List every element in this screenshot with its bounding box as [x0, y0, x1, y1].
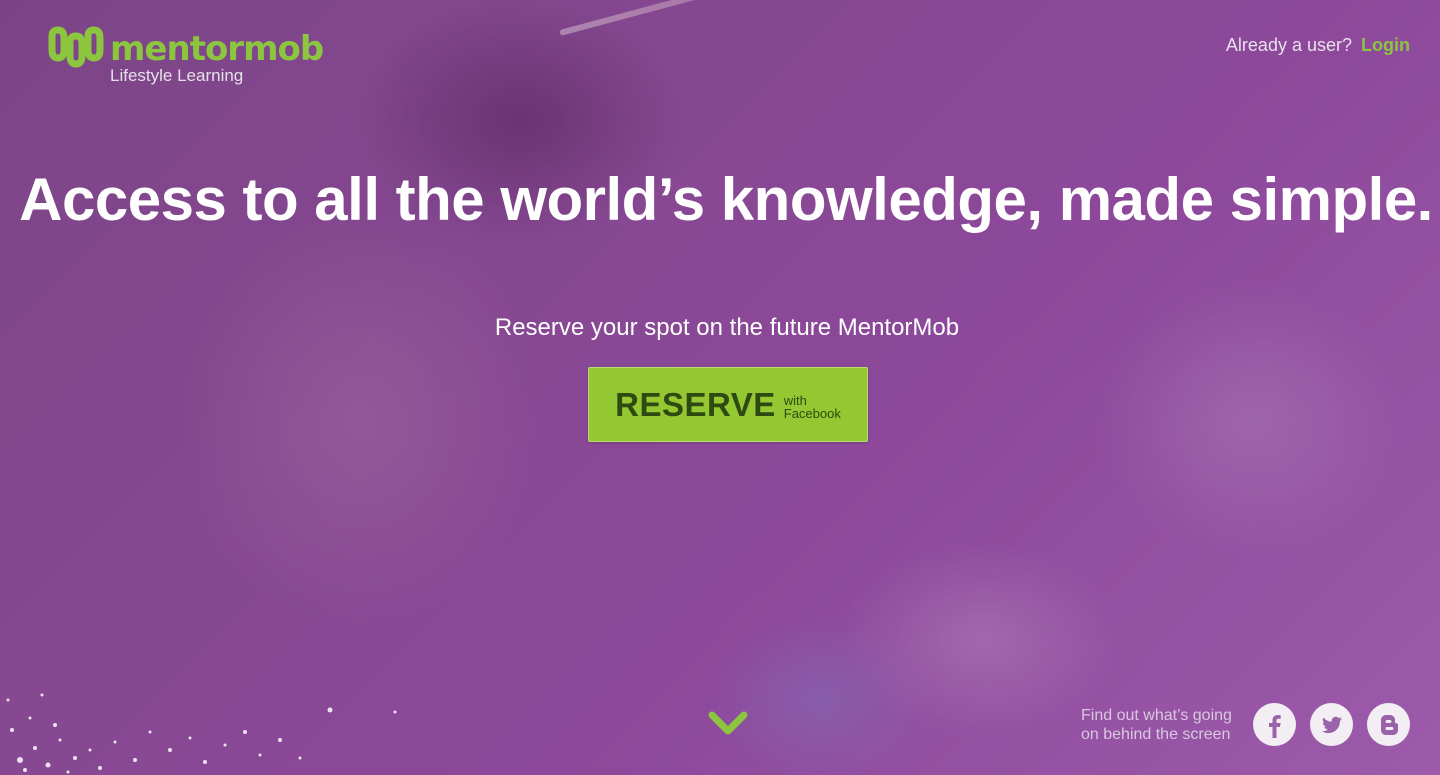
login-link[interactable]: Login: [1361, 35, 1410, 55]
brand-wordmark: mentormob: [110, 29, 324, 69]
hero-subline: Reserve your spot on the future MentorMo…: [494, 314, 960, 341]
brand-tagline: Lifestyle Learning: [110, 66, 244, 85]
sparkle-decoration: [6, 693, 397, 774]
scroll-down-chevron-icon[interactable]: [707, 707, 749, 737]
mentormob-logo-icon: [48, 26, 104, 68]
hero-headline: Access to all the world’s knowledge, mad…: [19, 166, 1433, 233]
login-prompt: Already a user? Login: [1226, 35, 1410, 56]
login-prompt-text: Already a user?: [1225, 35, 1352, 55]
reserve-button-label: RESERVE: [615, 385, 776, 423]
facebook-icon[interactable]: [1253, 703, 1296, 746]
footer-social-text: Find out what’s going on behind the scre…: [1081, 707, 1232, 743]
reserve-button-sublabel: with Facebook: [783, 392, 841, 421]
twitter-icon[interactable]: [1310, 703, 1353, 746]
blogger-icon[interactable]: [1367, 703, 1410, 746]
brand-logo[interactable]: mentormob Lifestyle Learning: [46, 26, 324, 85]
reserve-with-facebook-button[interactable]: RESERVE with Facebook: [588, 367, 868, 442]
